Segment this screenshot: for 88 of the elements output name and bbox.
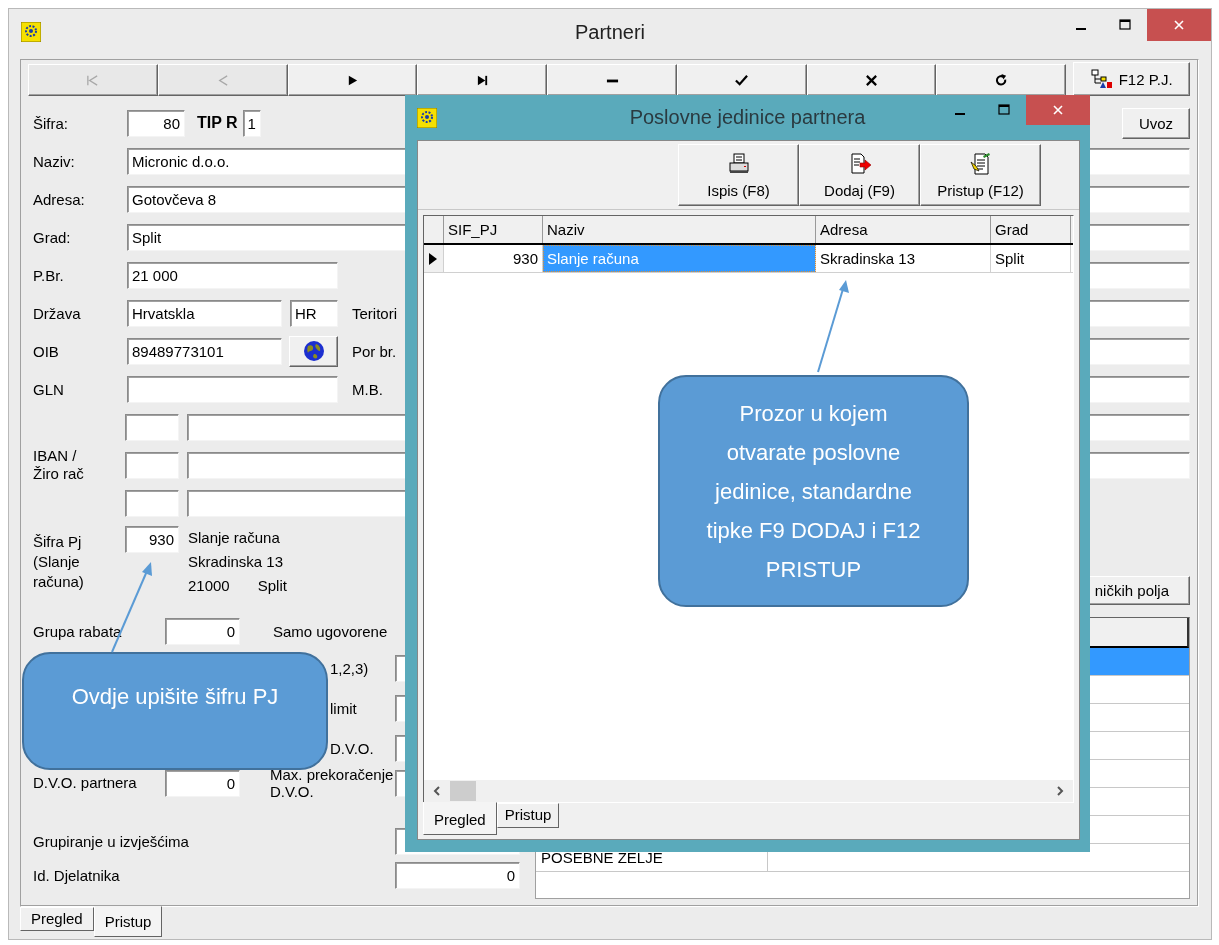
grid-cell: Split [991, 245, 1071, 272]
field-label: Id. Djelatnika [33, 866, 121, 884]
field-label: Šifra: [33, 114, 69, 132]
lookup-button[interactable] [289, 335, 338, 367]
input-field[interactable]: HR [290, 299, 338, 327]
toolbar-button[interactable]: Dodaj (F9) [799, 144, 920, 206]
grid-cell: POSEBNE ŽELJE [541, 849, 663, 866]
tab[interactable]: Pregled [20, 907, 94, 931]
horizontal-scrollbar[interactable] [424, 780, 1073, 802]
close-icon [1052, 104, 1064, 116]
navigation-button[interactable] [547, 64, 677, 96]
close-icon [865, 73, 879, 87]
field-label: Grad: [33, 228, 72, 246]
field-label: Adresa: [33, 190, 86, 208]
input-field[interactable]: 0 [165, 617, 240, 645]
field-label: D.V.O. partnera [33, 773, 138, 791]
column-header[interactable]: Adresa [816, 216, 991, 243]
field-label: P.Br. [33, 266, 65, 284]
import-button[interactable]: Uvoz [1122, 107, 1190, 139]
field-label: Teritori [352, 304, 397, 322]
unit-code-field[interactable]: 930 [125, 526, 179, 553]
field-label: D.V.O. [329, 739, 375, 757]
app-icon [21, 22, 41, 42]
navigation-button[interactable] [806, 64, 937, 96]
column-header[interactable]: SIF_PJ [444, 216, 543, 243]
close-icon [1173, 19, 1185, 31]
hierarchy-icon [1090, 69, 1113, 89]
dialog-title: Poslovne jedinice partnera [629, 106, 866, 129]
grid-cell: Skradinska 13 [816, 245, 991, 272]
tab[interactable]: Pristup [496, 803, 560, 828]
unit-postal-text: 21000 [188, 576, 230, 596]
tab[interactable]: Pristup [93, 906, 163, 937]
maximize-icon [998, 104, 1010, 116]
navigation-button[interactable] [417, 64, 548, 96]
code-field[interactable]: 80 [127, 109, 185, 137]
navigation-button[interactable] [287, 64, 418, 96]
check-icon [735, 73, 749, 87]
last-record-icon [475, 73, 489, 87]
field-label: limit [329, 699, 358, 717]
app-icon [417, 107, 437, 128]
document-pencil-icon [968, 151, 993, 176]
field-label: 1,2,3) [329, 659, 370, 677]
input-field[interactable]: 21 000 [127, 261, 338, 289]
previous-record-icon [216, 73, 230, 87]
maximize-icon [1119, 19, 1131, 31]
input-field[interactable] [127, 375, 338, 403]
first-record-icon [86, 73, 100, 87]
field-label: IBAN / Žiro rač [33, 447, 85, 483]
unit-city-text: Split [257, 576, 287, 596]
grid-cell: Slanje računa [543, 245, 816, 272]
business-units-button[interactable]: F12 P.J. [1073, 62, 1191, 96]
minimize-icon [1076, 28, 1086, 30]
field-label: Naziv: [33, 152, 76, 170]
navigation-button[interactable] [936, 64, 1067, 96]
navigation-button[interactable] [676, 64, 807, 96]
callout: Prozor u kojem otvarate poslovne jedinice, standardne tipke F9 DODAJ i F12 PRISTUP [658, 375, 969, 607]
minimize-icon [955, 113, 965, 115]
input-field[interactable]: 89489773101 [127, 337, 282, 365]
input-field[interactable]: Hrvatskla [127, 299, 282, 327]
field-label: Grupiranje u izvješćima [33, 832, 190, 850]
close-button[interactable] [1026, 95, 1090, 125]
toolbar-button[interactable]: Pristup (F12) [920, 144, 1041, 206]
field-label: Por br. [352, 342, 397, 360]
field-label: TIP R [197, 114, 238, 132]
field-label: Država [33, 304, 82, 322]
globe-icon [302, 340, 325, 362]
input-field[interactable]: 0 [395, 861, 520, 889]
column-header[interactable]: Grad [991, 216, 1071, 243]
column-header[interactable]: Naziv [543, 216, 816, 243]
tab[interactable]: Pregled [423, 802, 497, 835]
unit-address-text: Skradinska 13 [188, 552, 285, 572]
printer-icon [726, 151, 751, 176]
callout: Ovdje upišite šifru PJ [22, 652, 328, 770]
toolbar-button[interactable]: Ispis (F8) [678, 144, 799, 206]
window-title: Partneri [575, 20, 645, 44]
input-field[interactable] [125, 451, 179, 479]
input-field[interactable] [125, 489, 179, 517]
field-label: GLN [33, 380, 65, 398]
field-label: Samo ugovorene [272, 622, 389, 640]
field-label: Šifra Pj (Slanje računa) [33, 532, 85, 592]
unit-name-text: Slanje računa [188, 528, 281, 548]
input-field[interactable]: 0 [165, 770, 240, 797]
scrollbar-thumb[interactable] [450, 781, 476, 801]
field-label: M.B. [352, 380, 383, 398]
input-field[interactable] [125, 413, 179, 441]
field-label: OIB [33, 342, 60, 360]
refresh-icon [994, 73, 1008, 87]
type-field[interactable]: 1 [242, 109, 261, 137]
